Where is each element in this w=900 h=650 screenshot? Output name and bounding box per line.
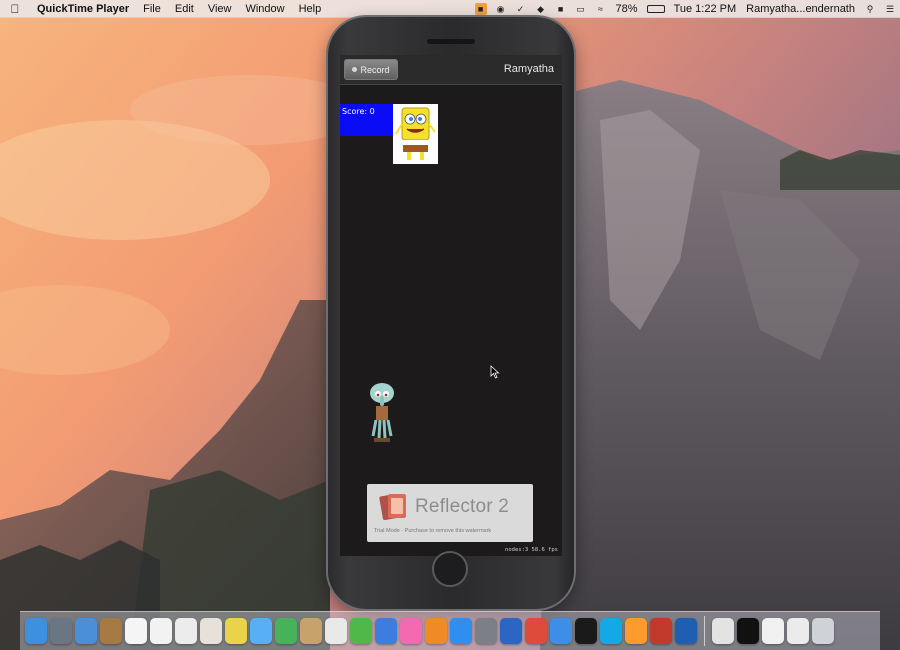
record-button-label: Record [360,64,390,75]
mouse-cursor-icon [490,365,500,379]
terminal-window-icon[interactable] [737,618,759,644]
itunes-icon[interactable] [400,618,422,644]
calendar-icon[interactable] [125,618,147,644]
app-nav-bar: Record Ramyatha [340,55,562,85]
skype-icon[interactable] [600,618,622,644]
textedit-icon[interactable] [150,618,172,644]
messages-icon[interactable] [250,618,272,644]
iphone-frame: Record Ramyatha Score: 0 Reflector 2 Tri… [328,17,574,609]
user-name[interactable]: Ramyatha...endernath [741,3,860,15]
reflector-icon[interactable] [650,618,672,644]
menu-app-name[interactable]: QuickTime Player [30,3,136,15]
contacts-icon[interactable] [300,618,322,644]
nav-user-label: Ramyatha [503,63,554,75]
status-area: ■ ◉ ✓ ◆ ■ ▭ ≈ 78% Tue 1:22 PM Ramyatha..… [471,0,900,18]
menu-help[interactable]: Help [292,3,329,15]
pages-icon[interactable] [175,618,197,644]
home-button[interactable] [432,551,468,587]
menu-bar:  QuickTime Player File Edit View Window… [0,0,900,18]
clock[interactable]: Tue 1:22 PM [669,3,742,15]
menu-edit[interactable]: Edit [168,3,201,15]
dropbox-icon[interactable]: ◆ [535,3,547,15]
check-status-icon[interactable]: ✓ [515,3,527,15]
game-scene[interactable]: Score: 0 Reflector 2 Trial Mode · Purcha… [340,86,562,556]
numbers-icon[interactable] [350,618,372,644]
score-label: Score: 0 [340,104,398,136]
airplay-icon[interactable]: ▭ [575,3,587,15]
watermark-title: Reflector 2 [415,496,510,517]
keynote-icon[interactable] [375,618,397,644]
wifi-icon[interactable]: ≈ [595,3,607,15]
dock [20,611,880,650]
sublime-icon[interactable] [625,618,647,644]
phone-speaker [427,39,475,44]
fps-readout: nodes:3 58.6 fps [505,547,558,553]
document-stack-2-icon[interactable] [787,618,809,644]
word-icon[interactable] [500,618,522,644]
notification-center-icon[interactable]: ☰ [884,3,896,15]
app-store-icon[interactable] [450,618,472,644]
preview-icon[interactable] [75,618,97,644]
facetime-icon[interactable] [275,618,297,644]
notes-book-icon[interactable] [100,618,122,644]
apple-icon[interactable]:  [0,2,30,16]
finder-icon[interactable] [25,618,47,644]
squidward-sprite [370,383,394,442]
reflector-watermark: Reflector 2 Trial Mode · Purchase to rem… [367,484,533,542]
spotlight-search-icon[interactable]: ⚲ [864,3,876,15]
record-dot-icon [352,67,358,72]
launchpad-icon[interactable] [50,618,72,644]
ibooks-icon[interactable] [425,618,447,644]
phone-screen: Record Ramyatha Score: 0 Reflector 2 Tri… [340,55,562,556]
battery-percent[interactable]: 78% [611,3,643,15]
app-status-icon[interactable]: ■ [474,2,487,15]
trash-icon[interactable] [812,618,834,644]
chrome-legacy-icon[interactable] [225,618,247,644]
menu-view[interactable]: View [201,3,239,15]
menu-window[interactable]: Window [238,3,291,15]
photos-icon[interactable] [200,618,222,644]
watermark-subtitle: Trial Mode · Purchase to remove this wat… [374,528,492,534]
stickies-icon[interactable] [325,618,347,644]
reflector-logo-icon [379,493,406,521]
notification-icon[interactable]: ■ [555,3,567,15]
terminal-icon[interactable] [575,618,597,644]
chrome-icon[interactable] [525,618,547,644]
battery-icon[interactable] [646,4,665,13]
quicktime-icon[interactable] [675,618,697,644]
dock-separator [704,616,705,646]
record-status-icon[interactable]: ◉ [495,3,507,15]
document-stack-icon[interactable] [762,618,784,644]
spongebob-sprite [393,104,438,164]
system-preferences-icon[interactable] [475,618,497,644]
xcode-icon[interactable] [550,618,572,644]
record-button[interactable]: Record [344,59,398,80]
downloads-icon[interactable] [712,618,734,644]
menu-file[interactable]: File [136,3,168,15]
